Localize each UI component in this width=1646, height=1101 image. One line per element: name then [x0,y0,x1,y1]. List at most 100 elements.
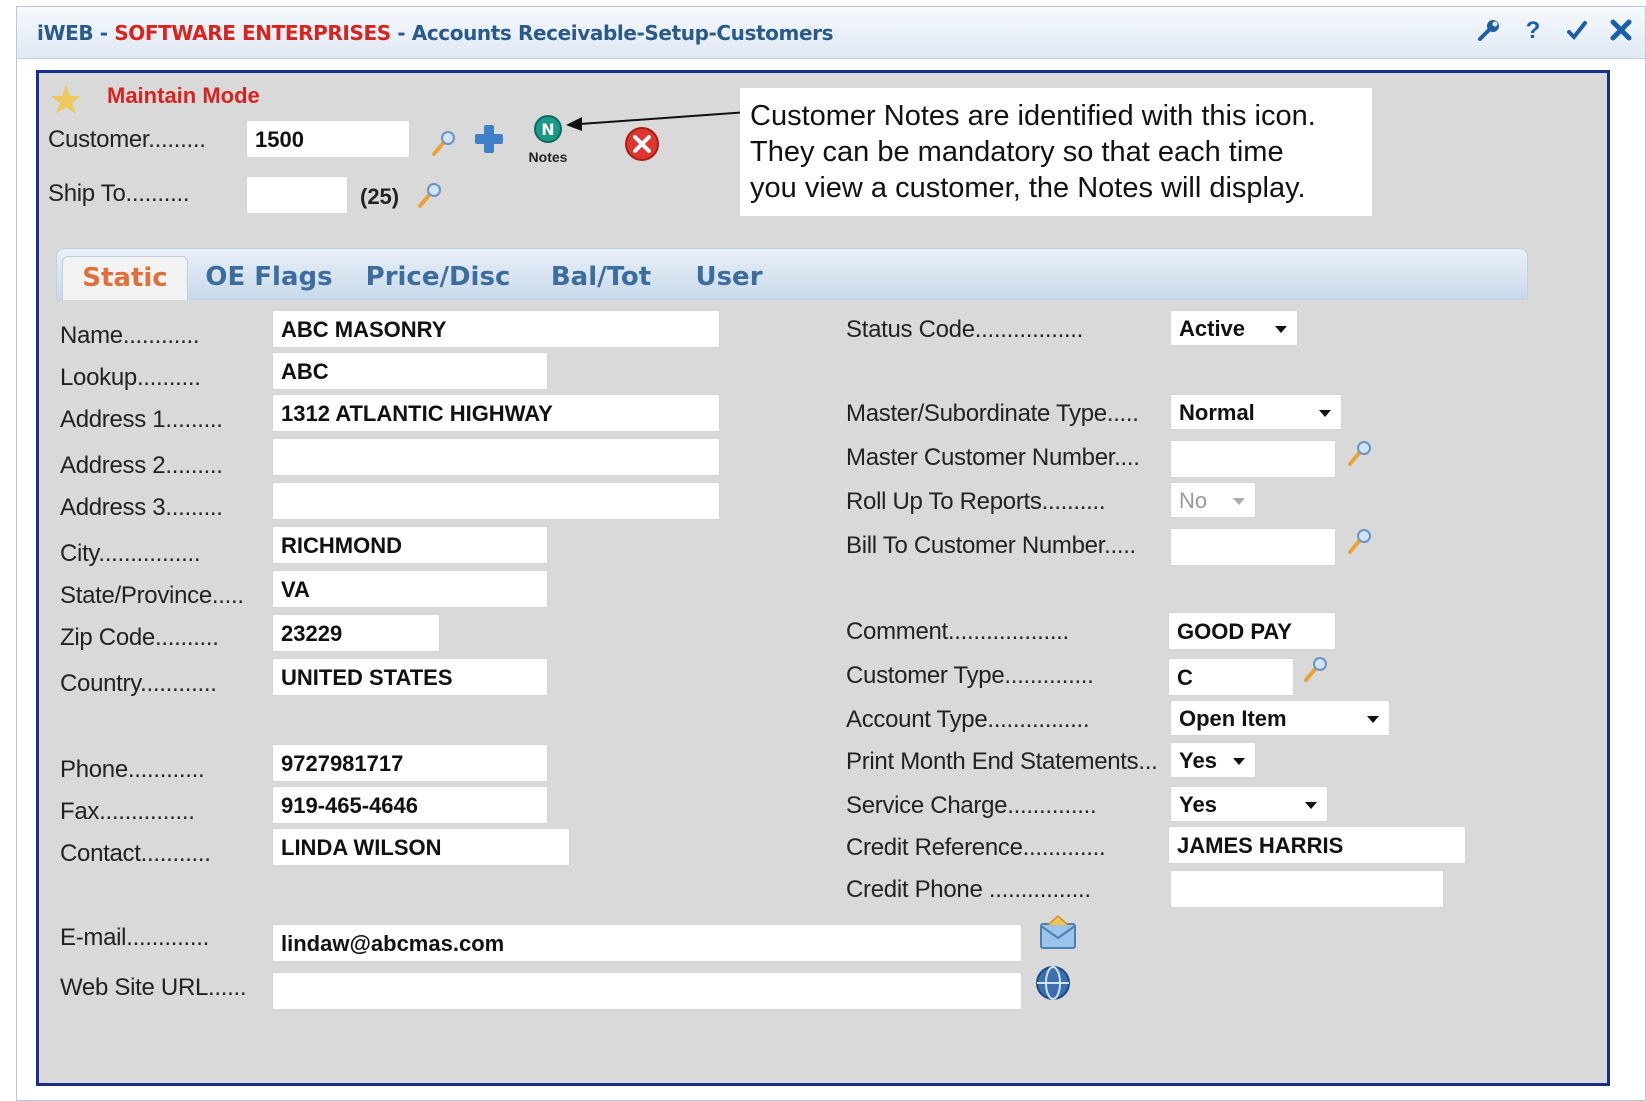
tab-static[interactable]: Static [62,256,188,300]
title-separator: - [93,21,115,45]
notes-callout: Customer Notes are identified with this … [740,88,1372,216]
chevron-down-icon [1305,802,1317,809]
title-app: iWEB [37,21,94,45]
mode-label: Maintain Mode [107,83,260,108]
close-icon[interactable] [1607,17,1635,45]
country-input[interactable]: UNITED STATES [272,658,548,696]
master-sub-type-select[interactable]: Normal [1170,394,1342,430]
email-input[interactable]: lindaw@abcmas.com [272,924,1022,962]
fax-input[interactable]: 919-465-4646 [272,786,548,824]
roll-up-select[interactable]: No [1170,482,1256,518]
globe-icon[interactable] [1034,964,1072,1002]
account-type-value: Open Item [1179,706,1287,731]
status-code-select[interactable]: Active [1170,310,1298,346]
zip-input[interactable]: 23229 [272,614,440,652]
shipto-lookup-icon[interactable] [414,180,444,210]
callout-line: you view a customer, the Notes will disp… [750,172,1306,204]
credit-reference-label: Credit Reference............. [846,834,1106,861]
address1-input[interactable]: 1312 ATLANTIC HIGHWAY [272,394,720,432]
window-title: iWEB - SOFTWARE ENTERPRISES - Accounts R… [37,21,833,45]
comment-input[interactable]: GOOD PAY [1168,612,1336,650]
credit-reference-input[interactable]: JAMES HARRIS [1168,826,1466,864]
check-icon[interactable] [1563,17,1591,45]
status-code-label: Status Code................. [846,316,1084,343]
notes-label: Notes [528,149,568,165]
customer-input[interactable]: 1500 [246,120,410,158]
address3-input[interactable] [272,482,720,520]
contact-input[interactable]: LINDA WILSON [272,828,570,866]
title-separator: - [390,21,412,45]
master-customer-lookup-icon[interactable] [1344,438,1374,468]
email-label: E-mail............. [60,924,209,951]
master-customer-number-input[interactable] [1170,440,1336,478]
address3-label: Address 3......... [60,494,223,521]
credit-phone-label: Credit Phone ................ [846,876,1091,903]
customer-type-input[interactable]: C [1168,658,1294,696]
chevron-down-icon [1275,326,1287,333]
print-month-end-select[interactable]: Yes [1170,742,1256,778]
lookup-input[interactable]: ABC [272,352,548,390]
master-sub-type-value: Normal [1179,400,1255,425]
website-input[interactable] [272,972,1022,1010]
account-type-label: Account Type................ [846,706,1090,733]
customer-type-lookup-icon[interactable] [1300,654,1330,684]
shipto-label: Ship To.......... [48,180,190,207]
tab-user[interactable]: User [686,256,772,300]
shipto-input[interactable] [246,176,348,214]
tab-bal-tot[interactable]: Bal/Tot [540,256,662,300]
address1-label: Address 1......... [60,406,223,433]
roll-up-label: Roll Up To Reports.......... [846,488,1106,515]
customer-label: Customer......... [48,126,206,153]
state-input[interactable]: VA [272,570,548,608]
title-bar: iWEB - SOFTWARE ENTERPRISES - Accounts R… [17,7,1645,59]
service-charge-select[interactable]: Yes [1170,786,1328,822]
title-company: SOFTWARE ENTERPRISES [114,21,391,45]
bill-to-input[interactable] [1170,528,1336,566]
bill-to-label: Bill To Customer Number..... [846,532,1136,559]
title-toolbar: ? [1475,17,1635,45]
callout-line: Customer Notes are identified with this … [750,100,1316,132]
star-icon [51,85,81,114]
tab-oe-flags[interactable]: OE Flags [200,256,338,300]
address2-input[interactable] [272,438,720,476]
print-month-end-label: Print Month End Statements... [846,748,1158,775]
comment-label: Comment................... [846,618,1069,645]
website-label: Web Site URL...... [60,974,247,1001]
notes-badge-text: N [541,120,554,139]
bill-to-lookup-icon[interactable] [1344,526,1374,556]
city-input[interactable]: RICHMOND [272,526,548,564]
title-path: Accounts Receivable-Setup-Customers [411,21,834,45]
roll-up-value: No [1179,488,1208,513]
master-customer-number-label: Master Customer Number.... [846,444,1140,471]
chevron-down-icon [1319,410,1331,417]
chevron-down-icon [1233,498,1245,505]
lookup-label: Lookup.......... [60,364,201,391]
country-label: Country............ [60,670,217,697]
account-type-select[interactable]: Open Item [1170,700,1390,736]
chevron-down-icon [1233,758,1245,765]
print-month-end-value: Yes [1179,748,1217,773]
help-icon[interactable]: ? [1519,17,1547,45]
send-email-icon[interactable] [1038,912,1078,952]
tab-price-disc[interactable]: Price/Disc [360,256,516,300]
callout-arrow [566,111,749,131]
credit-phone-input[interactable] [1170,870,1444,908]
service-charge-value: Yes [1179,792,1217,817]
name-input[interactable]: ABC MASONRY [272,310,720,348]
phone-label: Phone............ [60,756,205,783]
lookup-icon[interactable] [428,128,458,158]
zip-label: Zip Code.......... [60,624,219,651]
callout-line: They can be mandatory so that each time [750,136,1284,168]
phone-input[interactable]: 9727981717 [272,744,548,782]
state-label: State/Province..... [60,582,244,609]
address2-label: Address 2......... [60,452,223,479]
name-label: Name............ [60,322,200,349]
service-charge-label: Service Charge.............. [846,792,1097,819]
contact-label: Contact........... [60,840,211,867]
add-icon[interactable] [472,122,506,156]
master-sub-type-label: Master/Subordinate Type..... [846,400,1139,427]
city-label: City................ [60,540,201,567]
wrench-icon[interactable] [1475,17,1503,45]
chevron-down-icon [1367,716,1379,723]
status-code-value: Active [1179,316,1246,341]
